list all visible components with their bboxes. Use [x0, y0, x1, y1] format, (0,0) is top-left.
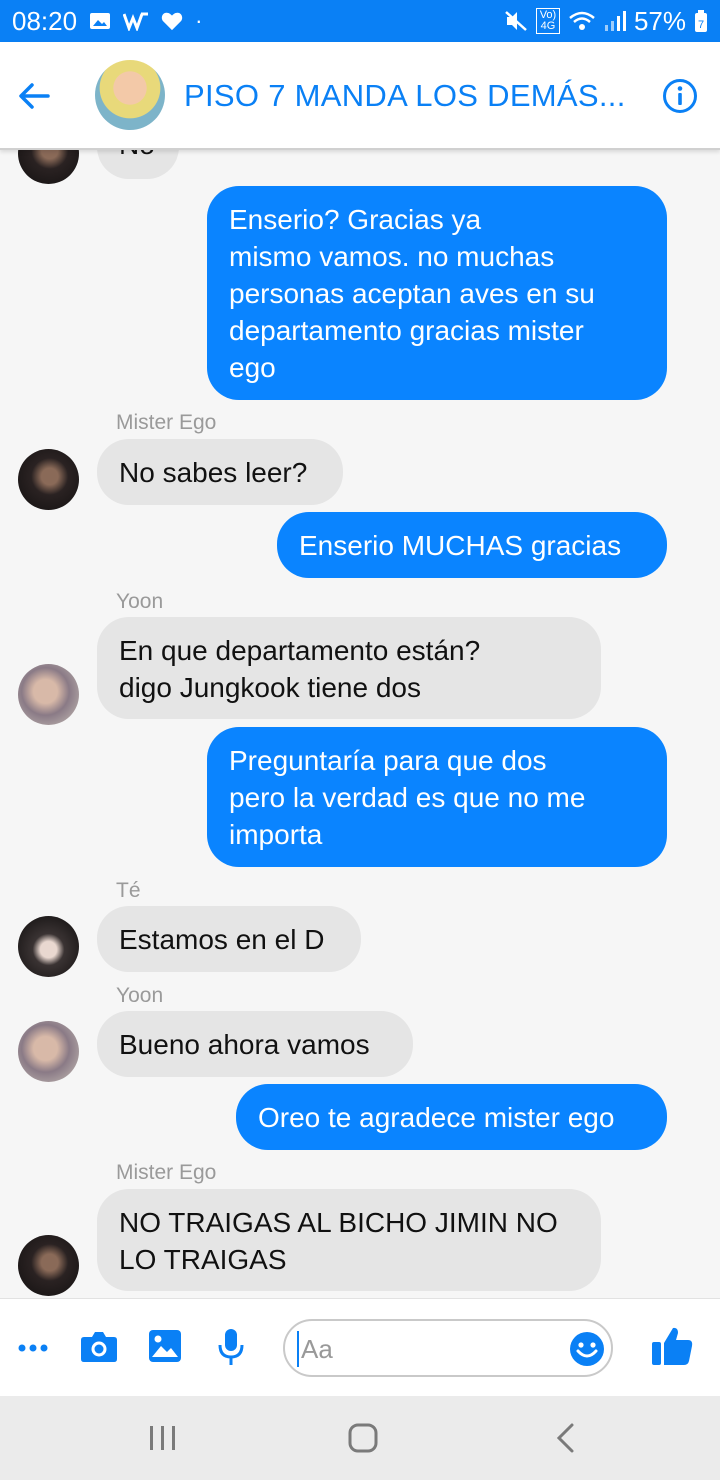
avatar[interactable] [18, 664, 79, 725]
chat-title[interactable]: PISO 7 MANDA LOS DEMÁS... [184, 78, 634, 114]
w-notification-icon [123, 12, 149, 31]
dot-icon: · [195, 8, 203, 33]
sender-name: Yoon [116, 590, 164, 613]
message-bubble[interactable]: Bueno ahora vamos [97, 1011, 413, 1077]
message-bubble[interactable]: Preguntaría para que dos pero la verdad … [207, 727, 667, 867]
message-input[interactable] [297, 1331, 557, 1367]
status-bar: 08:20 · Vo) 4G 57% 7 [0, 0, 720, 42]
avatar[interactable] [18, 150, 79, 184]
nav-back-icon[interactable] [546, 1420, 586, 1456]
avatar[interactable] [18, 1235, 79, 1296]
chat-header: PISO 7 MANDA LOS DEMÁS... [0, 42, 720, 150]
svg-text:7: 7 [698, 19, 704, 31]
wifi-icon [569, 11, 595, 30]
message-bubble[interactable]: No [97, 150, 179, 179]
microphone-icon[interactable] [216, 1327, 246, 1367]
message-bubble[interactable]: Enserio? Gracias ya mismo vamos. no much… [207, 186, 667, 400]
emoji-icon[interactable] [569, 1331, 605, 1367]
avatar[interactable] [18, 916, 79, 977]
back-arrow-icon[interactable] [14, 76, 54, 116]
signal-icon [604, 11, 626, 31]
message-list[interactable]: No Enserio? Gracias ya mismo vamos. no m… [0, 150, 720, 1296]
battery-percent: 57% [633, 5, 686, 36]
more-icon[interactable] [18, 1337, 48, 1359]
group-avatar[interactable] [95, 60, 165, 130]
system-nav-bar [0, 1396, 720, 1480]
recents-icon[interactable] [143, 1420, 183, 1456]
message-bubble[interactable]: Estamos en el D [97, 906, 361, 972]
camera-icon[interactable] [80, 1329, 118, 1363]
gallery-icon[interactable] [148, 1329, 182, 1363]
message-bubble[interactable]: Oreo te agradece mister ego [236, 1084, 667, 1150]
sender-name: Té [116, 879, 141, 902]
thumbs-up-icon[interactable] [650, 1325, 694, 1367]
message-bubble[interactable]: En que departamento están? digo Jungkook… [97, 617, 601, 719]
mute-icon [505, 11, 527, 31]
message-input-wrapper [283, 1319, 613, 1377]
sender-name: Mister Ego [116, 1161, 217, 1184]
avatar[interactable] [18, 449, 79, 510]
message-bubble[interactable]: Enserio MUCHAS gracias [277, 512, 667, 578]
status-time: 08:20 [12, 5, 78, 36]
composer-bar [0, 1298, 720, 1396]
battery-icon: 7 [695, 10, 707, 32]
info-icon[interactable] [662, 78, 698, 114]
message-bubble[interactable]: No sabes leer? [97, 439, 343, 505]
sender-name: Mister Ego [116, 411, 217, 434]
volte-badge: Vo) 4G [535, 8, 560, 34]
heart-notification-icon [161, 12, 183, 31]
avatar[interactable] [18, 1021, 79, 1082]
sender-name: Yoon [116, 984, 164, 1007]
message-bubble[interactable]: NO TRAIGAS AL BICHO JIMIN NO LO TRAIGAS [97, 1189, 601, 1291]
home-icon[interactable] [343, 1420, 383, 1456]
gallery-notification-icon [90, 13, 111, 29]
